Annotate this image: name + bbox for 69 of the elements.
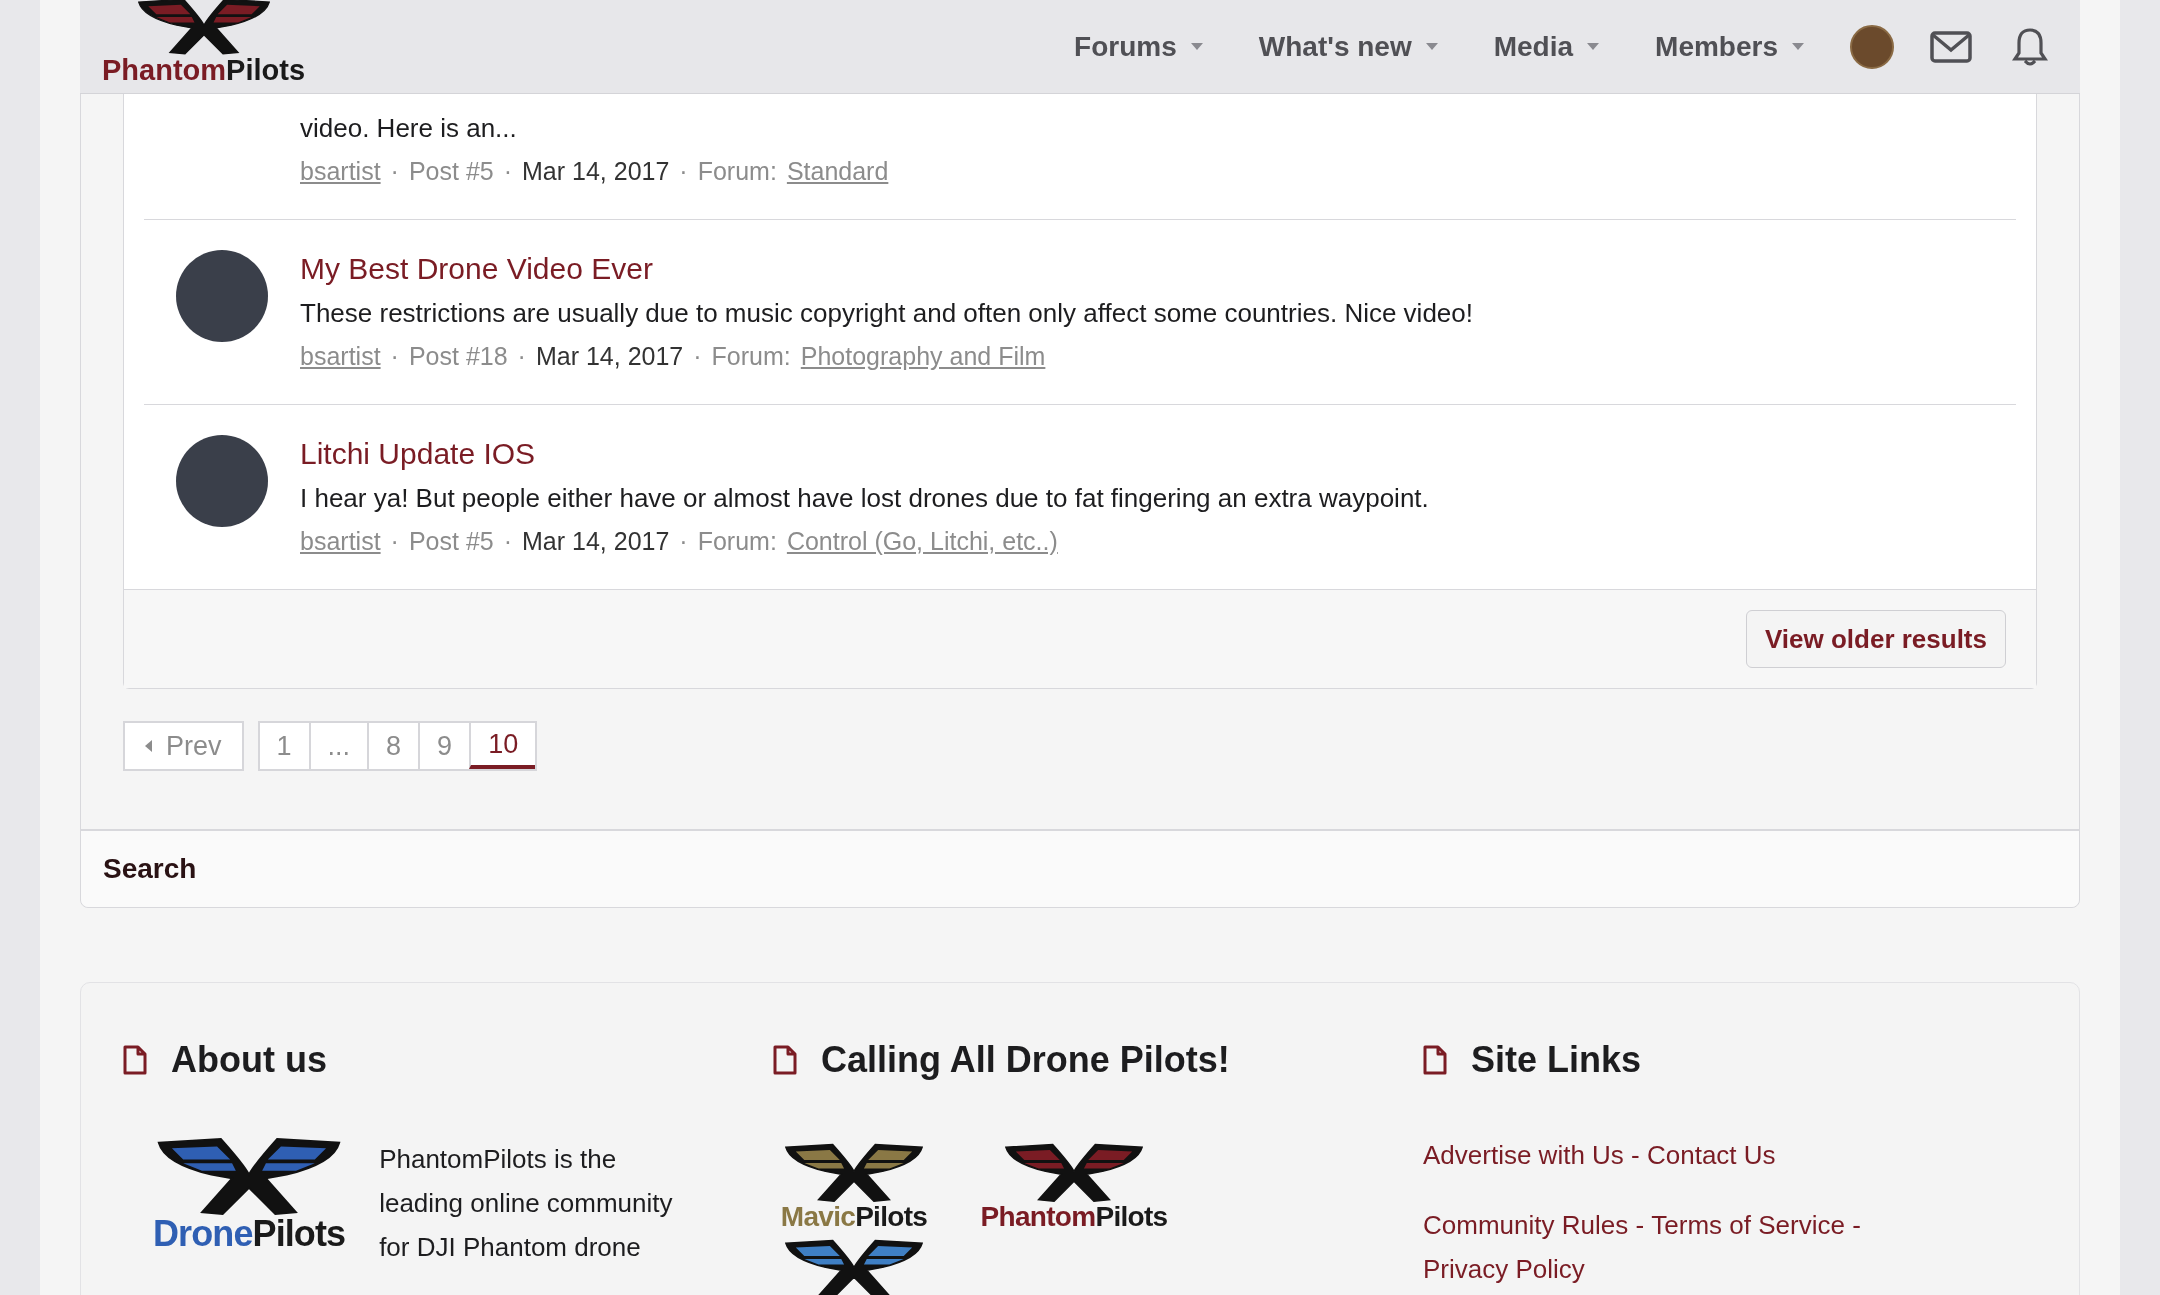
forum-link[interactable]: Photography and Film — [800, 338, 1046, 374]
caret-icon — [1425, 43, 1438, 50]
caret-icon — [1792, 43, 1804, 50]
page-number-button[interactable]: ... — [308, 723, 368, 769]
prev-page-button[interactable]: Prev — [123, 721, 244, 771]
link-separator: - — [1631, 1140, 1640, 1170]
nav-tab[interactable]: Media — [1465, 25, 1628, 68]
result-title-link[interactable]: My Best Drone Video Ever — [300, 250, 1473, 288]
separator-dot: · — [679, 526, 688, 557]
separator-dot: · — [679, 156, 688, 187]
separator-dot: · — [503, 156, 513, 187]
logo-text: PhantomPilots — [980, 1202, 1168, 1231]
forum-label: Forum: — [711, 341, 791, 372]
forum-link[interactable]: Control (Go, Litchi, etc..) — [786, 523, 1058, 559]
post-number: Post #18 — [408, 341, 508, 372]
section-title: Search — [103, 852, 197, 886]
separator-dot: · — [517, 341, 526, 372]
link-separator: - — [1852, 1210, 1861, 1240]
post-number: Post #5 — [408, 156, 494, 187]
logo-text: MavicPilots — [780, 1202, 928, 1231]
caret-icon — [1587, 43, 1600, 50]
logo-text[interactable]: PhantomPilots — [102, 55, 306, 85]
separator-dot: · — [390, 526, 399, 557]
separator-dot: · — [390, 341, 399, 372]
author-link[interactable]: bsartist — [300, 523, 381, 559]
bell-icon[interactable] — [2012, 26, 2048, 67]
document-icon — [123, 1045, 147, 1075]
mail-icon[interactable] — [1930, 30, 1972, 63]
separator-dot: · — [693, 341, 702, 372]
footer-link[interactable]: Terms of Service — [1651, 1203, 1845, 1247]
document-icon — [773, 1045, 797, 1075]
result-snippet: video. Here is an... — [300, 112, 518, 145]
separator-dot: · — [390, 156, 399, 187]
link-separator: - — [1635, 1210, 1645, 1240]
page-number-button[interactable]: 9 — [418, 723, 470, 769]
logo-text: DronePilots — [153, 1215, 346, 1252]
caret-icon — [1190, 43, 1203, 50]
about-text: PhantomPilots is the leading online community for DJI Phantom drone — [379, 1143, 674, 1264]
page-number-button[interactable]: 8 — [367, 723, 419, 769]
footer-link[interactable]: Advertise with Us — [1423, 1133, 1624, 1177]
forum-label: Forum: — [697, 526, 777, 557]
footer-heading: Calling All Drone Pilots! — [821, 1038, 1230, 1082]
author-link[interactable]: bsartist — [300, 338, 381, 374]
post-date: Mar 14, 2017 — [535, 341, 684, 372]
document-icon — [1423, 1045, 1447, 1075]
caret-left-icon — [145, 740, 152, 752]
result-title-link[interactable]: Litchi Update IOS — [300, 435, 1429, 473]
footer-heading: Site Links — [1471, 1038, 1642, 1082]
footer-link[interactable]: Privacy Policy — [1423, 1247, 1585, 1291]
result-snippet: I hear ya! But people either have or almost have lost drones due to fat fingering an extra waypoint. — [300, 482, 1429, 515]
forum-link[interactable]: Standard — [786, 153, 889, 189]
view-older-results-button[interactable]: View older results — [1745, 610, 2006, 668]
separator-dot: · — [503, 526, 513, 557]
post-date: Mar 14, 2017 — [522, 526, 670, 557]
user-avatar[interactable] — [1850, 24, 1894, 69]
forum-label: Forum: — [697, 156, 777, 187]
footer-link[interactable]: Contact Us — [1647, 1133, 1776, 1177]
post-number: Post #5 — [408, 526, 494, 557]
page-number-button[interactable]: 10 — [469, 723, 536, 769]
footer-heading: About us — [171, 1038, 327, 1082]
wings-logo-icon — [135, 0, 272, 56]
nav-tab[interactable]: What's new — [1230, 25, 1466, 68]
result-snippet: These restrictions are usually due to music copyright and often only affect some countries. Nice video! — [300, 297, 1473, 330]
page-number-button[interactable]: 1 — [259, 723, 309, 769]
nav-tab[interactable]: Forums — [1046, 25, 1231, 68]
nav-tab[interactable]: Members — [1627, 25, 1832, 68]
post-date: Mar 14, 2017 — [522, 156, 670, 187]
footer-link[interactable]: Community Rules — [1423, 1203, 1629, 1247]
author-link[interactable]: bsartist — [300, 153, 381, 189]
